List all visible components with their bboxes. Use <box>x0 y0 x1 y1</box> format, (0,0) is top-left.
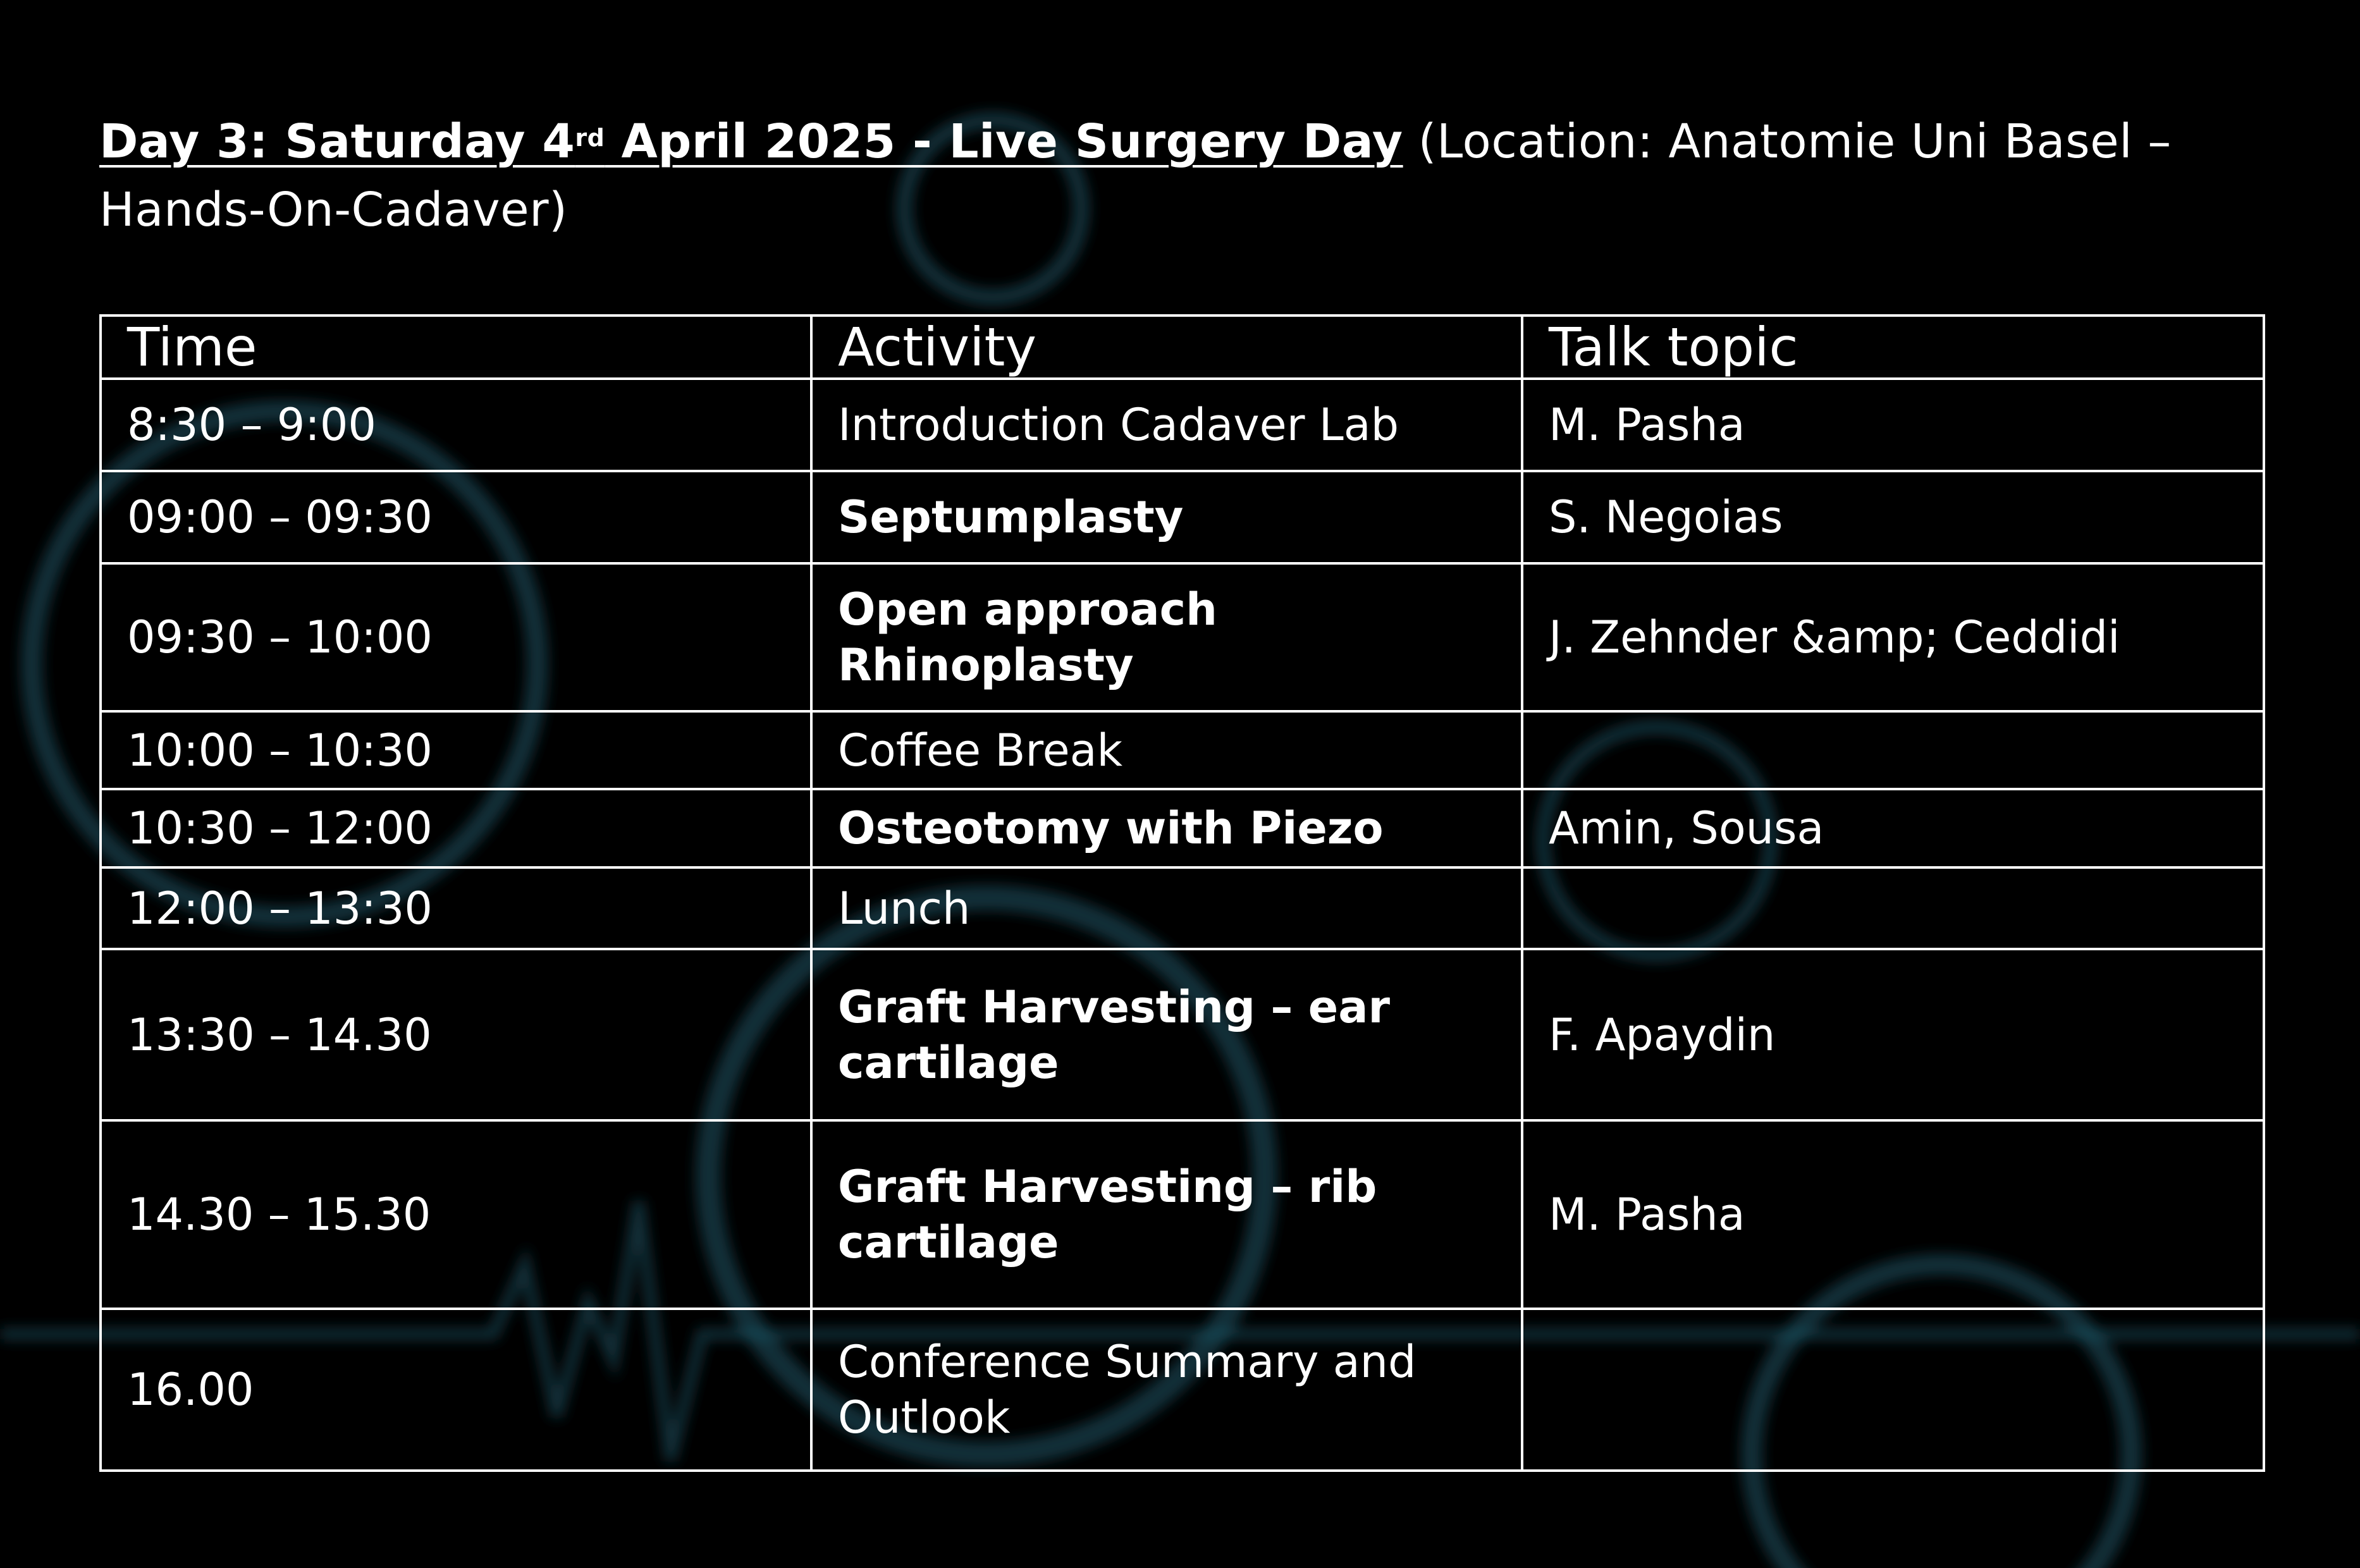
topic-cell <box>1521 1308 2265 1472</box>
topic-cell: M. Pasha <box>1521 1119 2265 1310</box>
page-heading: Day 3: Saturday 4rd April 2025 - Live Su… <box>99 107 2275 244</box>
topic-cell: Amin, Sousa <box>1521 788 2265 869</box>
table-header-row: Time Activity Talk topic <box>99 314 2265 380</box>
table-row: 13:30 – 14.30 Graft Harvesting – ear car… <box>99 948 2265 1122</box>
activity-cell: Coffee Break <box>810 710 1523 790</box>
activity-cell: Graft Harvesting – rib cartilage <box>810 1119 1523 1310</box>
activity-cell: Osteotomy with Piezo <box>810 788 1523 869</box>
table-row: 8:30 – 9:00 Introduction Cadaver Lab M. … <box>99 377 2265 472</box>
schedule-table: Time Activity Talk topic 8:30 – 9:00 Int… <box>99 314 2265 1472</box>
heading-title: Day 3: Saturday 4rd April 2025 - Live Su… <box>99 114 1403 169</box>
table-row: 10:00 – 10:30 Coffee Break <box>99 710 2265 790</box>
time-cell: 8:30 – 9:00 <box>99 377 813 472</box>
topic-cell: F. Apaydin <box>1521 948 2265 1122</box>
table-row: 09:30 – 10:00 Open approach Rhinoplasty … <box>99 562 2265 713</box>
table-row: 12:00 – 13:30 Lunch <box>99 866 2265 950</box>
table-row: 09:00 – 09:30 Septumplasty S. Negoias <box>99 470 2265 565</box>
topic-cell <box>1521 710 2265 790</box>
activity-cell: Open approach Rhinoplasty <box>810 562 1523 713</box>
time-cell: 16.00 <box>99 1308 813 1472</box>
time-cell: 10:00 – 10:30 <box>99 710 813 790</box>
table-row: 14.30 – 15.30 Graft Harvesting – rib car… <box>99 1119 2265 1310</box>
header-activity: Activity <box>810 314 1523 380</box>
activity-cell: Conference Summary and Outlook <box>810 1308 1523 1472</box>
header-time: Time <box>99 314 813 380</box>
activity-cell: Lunch <box>810 866 1523 950</box>
activity-cell: Introduction Cadaver Lab <box>810 377 1523 472</box>
topic-cell <box>1521 866 2265 950</box>
activity-cell: Graft Harvesting – ear cartilage <box>810 948 1523 1122</box>
table-row: 16.00 Conference Summary and Outlook <box>99 1308 2265 1472</box>
time-cell: 14.30 – 15.30 <box>99 1119 813 1310</box>
time-cell: 12:00 – 13:30 <box>99 866 813 950</box>
activity-cell: Septumplasty <box>810 470 1523 565</box>
time-cell: 13:30 – 14.30 <box>99 948 813 1122</box>
topic-cell: J. Zehnder &amp; Ceddidi <box>1521 562 2265 713</box>
header-topic: Talk topic <box>1521 314 2265 380</box>
time-cell: 09:30 – 10:00 <box>99 562 813 713</box>
time-cell: 10:30 – 12:00 <box>99 788 813 869</box>
topic-cell: S. Negoias <box>1521 470 2265 565</box>
table-row: 10:30 – 12:00 Osteotomy with Piezo Amin,… <box>99 788 2265 869</box>
topic-cell: M. Pasha <box>1521 377 2265 472</box>
time-cell: 09:00 – 09:30 <box>99 470 813 565</box>
